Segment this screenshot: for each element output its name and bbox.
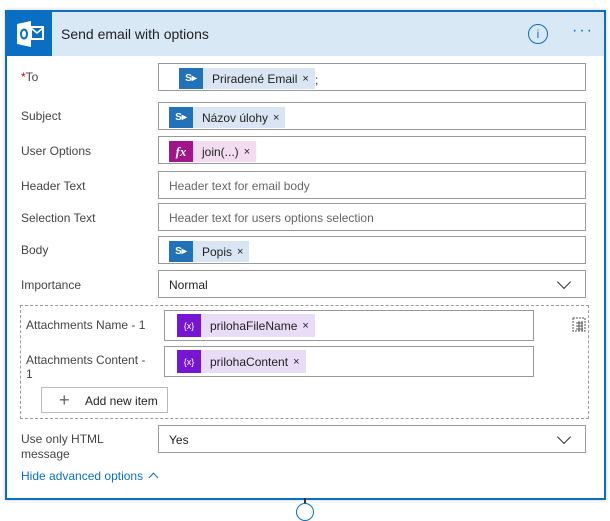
token-popis: S▸ Popis × xyxy=(169,241,250,262)
more-options-icon[interactable]: ··· xyxy=(572,22,594,40)
action-card: Send email with options i ··· *To S▸ Prir… xyxy=(5,10,606,500)
body-label: Body xyxy=(21,243,49,257)
add-new-item-button[interactable]: + Add new item xyxy=(41,387,168,413)
info-icon[interactable]: i xyxy=(528,24,548,44)
attachments-group: Attachments Name - 1 {x} prilohaFileName ×… xyxy=(20,305,589,419)
subject-input[interactable]: S▸ Názov úlohy × xyxy=(158,102,586,130)
remove-token-icon[interactable]: × xyxy=(302,320,314,332)
separator: ; xyxy=(315,73,319,87)
attachments-content-input[interactable]: {x} prilohaContent × xyxy=(164,346,534,377)
user-options-input[interactable]: fx join(...) × xyxy=(158,136,586,164)
remove-token-icon[interactable]: × xyxy=(237,246,249,258)
variable-icon: {x} xyxy=(177,350,201,373)
header-text-input[interactable]: Header text for email body xyxy=(158,171,586,199)
placeholder: Header text for users options selection xyxy=(169,211,374,225)
sharepoint-icon: S▸ xyxy=(169,107,193,128)
card-header[interactable]: Send email with options i ··· xyxy=(7,12,604,56)
selection-text-label: Selection Text xyxy=(21,211,96,225)
importance-select[interactable]: Normal xyxy=(158,270,586,298)
to-input[interactable]: S▸ Priradené Email × ; xyxy=(158,63,586,91)
html-only-label: Use only HTML message xyxy=(21,432,104,461)
token-priloha-file-name: {x} prilohaFileName × xyxy=(177,314,315,337)
chevron-down-icon xyxy=(556,274,572,290)
sharepoint-icon: S▸ xyxy=(169,241,193,262)
hide-advanced-options-link[interactable]: Hide advanced options xyxy=(21,469,159,483)
token-priradene-email: S▸ Priradené Email × xyxy=(179,68,315,89)
subject-label: Subject xyxy=(21,109,62,123)
plus-icon: + xyxy=(59,390,70,410)
token-priloha-content: {x} prilohaContent × xyxy=(177,350,306,373)
header-text-label: Header Text xyxy=(21,179,86,193)
to-label: *To xyxy=(21,70,39,84)
delete-item-icon[interactable] xyxy=(571,316,587,335)
card-title: Send email with options xyxy=(61,26,209,42)
html-only-select[interactable]: Yes xyxy=(158,425,586,453)
chevron-up-icon xyxy=(148,472,159,483)
function-icon: fx xyxy=(169,141,193,162)
sharepoint-icon: S▸ xyxy=(179,68,203,89)
placeholder: Header text for email body xyxy=(169,179,310,193)
remove-token-icon[interactable]: × xyxy=(273,112,285,124)
chevron-down-icon xyxy=(556,429,572,445)
token-join: fx join(...) × xyxy=(169,141,257,162)
token-nazov-ulohy: S▸ Názov úlohy × xyxy=(169,107,286,128)
selection-text-input[interactable]: Header text for users options selection xyxy=(158,203,586,231)
variable-icon: {x} xyxy=(177,314,201,337)
add-new-item-label: Add new item xyxy=(85,394,158,408)
selected-value: Yes xyxy=(169,433,189,447)
remove-token-icon[interactable]: × xyxy=(302,73,314,85)
attachments-name-label: Attachments Name - 1 xyxy=(26,318,146,332)
remove-token-icon[interactable]: × xyxy=(293,356,305,368)
importance-label: Importance xyxy=(21,278,82,292)
attachments-name-input[interactable]: {x} prilohaFileName × xyxy=(164,310,534,341)
body-input[interactable]: S▸ Popis × xyxy=(158,236,586,264)
selected-value: Normal xyxy=(169,278,208,292)
remove-token-icon[interactable]: × xyxy=(244,146,256,158)
attachments-content-label: Attachments Content - 1 xyxy=(26,353,146,381)
user-options-label: User Options xyxy=(21,144,92,158)
outlook-icon xyxy=(7,12,52,56)
add-step-icon[interactable] xyxy=(296,503,314,521)
